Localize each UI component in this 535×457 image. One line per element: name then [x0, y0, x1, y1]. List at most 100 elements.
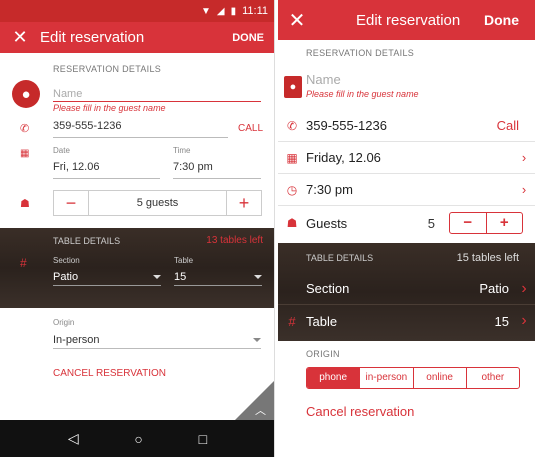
clock-icon: ◷ — [286, 182, 298, 197]
cancel-reservation-button[interactable]: CANCEL RESERVATION — [53, 368, 253, 379]
person-icon: ● — [21, 85, 31, 103]
hash-icon: # — [20, 256, 27, 270]
time-field[interactable]: 7:30 pm — [173, 161, 261, 179]
time-value: 7:30 pm — [173, 161, 213, 173]
name-field[interactable]: Name — [53, 84, 261, 102]
table-label: Table — [174, 256, 194, 265]
back-icon[interactable]: ◁ — [68, 430, 79, 447]
phone-value[interactable]: 359-555-1236 — [306, 118, 497, 133]
origin-option-online[interactable]: online — [414, 368, 467, 388]
person-icon: ● — [284, 76, 302, 98]
origin-label: Origin — [53, 318, 75, 327]
done-button[interactable]: DONE — [232, 32, 274, 44]
table-value: 15 — [494, 313, 509, 329]
name-field[interactable]: Name — [306, 72, 341, 87]
guests-stepper: − + — [449, 212, 523, 234]
android-screen: ▼ ◢ ▮ 11:11 ✕ Edit reservation DONE RESE… — [0, 0, 275, 457]
reservation-details-label: RESERVATION DETAILS — [306, 48, 415, 58]
date-value: Fri, 12.06 — [53, 161, 100, 173]
increase-guests-button[interactable]: + — [227, 191, 261, 215]
origin-option-other[interactable]: other — [467, 368, 519, 388]
guests-count: 5 — [427, 215, 435, 231]
section-label: Section — [306, 281, 350, 296]
phone-icon: ✆ — [286, 118, 298, 133]
name-error: Please fill in the guest name — [306, 89, 419, 99]
time-label: Time — [173, 146, 191, 155]
status-time: 11:11 — [242, 5, 268, 17]
origin-dropdown[interactable]: In-person — [53, 331, 261, 349]
status-bar: ▼ ◢ ▮ 11:11 — [0, 0, 274, 22]
chevron-right-icon: › — [521, 150, 527, 165]
origin-label: ORIGIN — [306, 349, 340, 359]
decrease-guests-button[interactable]: − — [54, 191, 88, 215]
dropdown-arrow-icon — [254, 275, 262, 279]
date-value: Friday, 12.06 — [306, 150, 381, 165]
guests-value: 5 guests — [88, 191, 227, 215]
phone-icon: ✆ — [20, 123, 30, 135]
section-dropdown[interactable]: Patio — [53, 269, 161, 286]
chevron-right-icon: › — [521, 312, 527, 329]
calendar-icon: ▦ — [20, 148, 30, 159]
guests-label: Guests — [306, 215, 348, 231]
time-value: 7:30 pm — [306, 182, 353, 197]
ios-screen: ✕ Edit reservation Done RESERVATION DETA… — [278, 0, 535, 457]
date-label: Date — [53, 146, 70, 155]
name-error: Please fill in the guest name — [53, 103, 166, 113]
cancel-reservation-button[interactable]: Cancel reservation — [306, 404, 414, 419]
decrease-guests-button[interactable]: − — [450, 213, 487, 233]
tables-left: 15 tables left — [456, 252, 519, 264]
table-details-label: TABLE DETAILS — [306, 253, 374, 263]
phone-field[interactable]: 359-555-1236 — [53, 120, 228, 138]
name-placeholder: Name — [53, 88, 83, 100]
chevron-right-icon: › — [521, 279, 527, 297]
signal-icon: ◢ — [216, 5, 225, 17]
recents-icon[interactable]: □ — [199, 431, 207, 447]
table-dropdown[interactable]: 15 — [174, 269, 262, 286]
origin-value: In-person — [53, 333, 100, 346]
wifi-icon: ▼ — [200, 5, 211, 17]
toolbar: ✕ Edit reservation Done — [278, 0, 535, 40]
increase-guests-button[interactable]: + — [487, 213, 523, 233]
hash-icon: # — [288, 313, 296, 329]
chevron-right-icon: › — [521, 182, 527, 197]
table-row[interactable]: # Table 15 › — [278, 305, 535, 337]
home-icon[interactable]: ○ — [134, 431, 142, 447]
dropdown-arrow-icon — [153, 275, 161, 279]
toolbar: ✕ Edit reservation DONE — [0, 22, 274, 53]
call-button[interactable]: CALL — [238, 123, 268, 134]
call-button[interactable]: Call — [497, 118, 535, 133]
table-details-label: TABLE DETAILS — [53, 236, 121, 246]
guests-stepper: − 5 guests + — [53, 190, 262, 216]
calendar-icon: ▦ — [286, 150, 298, 165]
table-value: 15 — [174, 271, 187, 283]
dropdown-arrow-icon — [253, 337, 261, 342]
page-title: Edit reservation — [40, 29, 145, 46]
navigation-bar: ◁ ○ □ — [0, 420, 274, 457]
chevron-up-icon: ︿ — [255, 405, 266, 417]
tables-left: 13 tables left — [206, 235, 263, 246]
date-row[interactable]: ▦ Friday, 12.06 › — [278, 142, 535, 174]
guests-icon: ☗ — [286, 216, 298, 230]
section-value: Patio — [479, 281, 509, 296]
close-icon[interactable]: ✕ — [278, 8, 316, 33]
origin-option-in-person[interactable]: in-person — [360, 368, 414, 388]
section-label: Section — [53, 256, 80, 265]
section-row[interactable]: Section Patio › — [278, 273, 535, 305]
page-title: Edit reservation — [356, 11, 461, 29]
avatar: ● — [12, 80, 42, 108]
origin-option-phone[interactable]: phone — [307, 368, 361, 388]
phone-row: ✆ 359-555-1236 Call — [278, 110, 535, 142]
guests-row: ☗ Guests 5 − + — [278, 206, 535, 240]
table-label: Table — [306, 313, 338, 329]
section-value: Patio — [53, 271, 79, 283]
origin-segmented-control: phone in-person online other — [306, 367, 520, 389]
done-button[interactable]: Done — [484, 12, 535, 28]
table-details-panel: TABLE DETAILS 13 tables left # Section P… — [0, 228, 274, 308]
close-icon[interactable]: ✕ — [0, 27, 40, 48]
battery-icon: ▮ — [230, 5, 237, 17]
reservation-details-label: RESERVATION DETAILS — [53, 64, 162, 74]
time-row[interactable]: ◷ 7:30 pm › — [278, 174, 535, 206]
phone-value: 359-555-1236 — [53, 120, 122, 132]
guests-icon: ☗ — [20, 198, 30, 210]
date-field[interactable]: Fri, 12.06 — [53, 161, 160, 179]
